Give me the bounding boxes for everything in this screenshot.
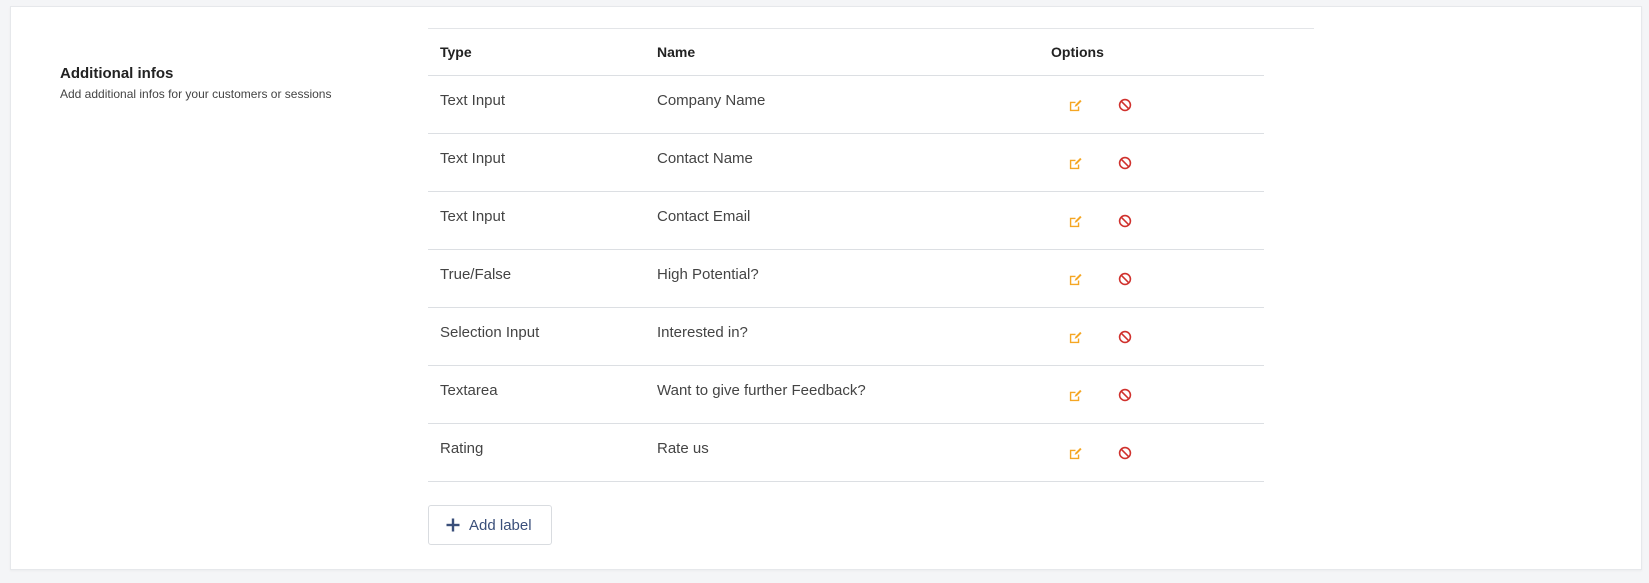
section-info: Additional infos Add additional infos fo… <box>60 65 400 101</box>
edit-icon[interactable] <box>1066 270 1084 288</box>
table-row: Rating Rate us <box>428 424 1264 482</box>
additional-infos-table: Type Name Options Text Input Company Nam… <box>428 29 1264 482</box>
table-row: Text Input Contact Email <box>428 192 1264 250</box>
ban-icon[interactable] <box>1116 270 1134 288</box>
row-name: Interested in? <box>657 324 748 341</box>
row-options <box>1051 250 1264 307</box>
table-row: Text Input Contact Name <box>428 134 1264 192</box>
row-type: Text Input <box>440 92 506 109</box>
ban-icon[interactable] <box>1116 154 1134 172</box>
row-options <box>1051 192 1264 249</box>
header-name: Name <box>657 44 696 60</box>
row-type: Rating <box>440 440 484 457</box>
row-name: Rate us <box>657 440 709 457</box>
add-label-button[interactable]: Add label <box>428 505 552 545</box>
edit-icon[interactable] <box>1066 212 1084 230</box>
row-name: Contact Name <box>657 150 753 167</box>
ban-icon[interactable] <box>1116 212 1134 230</box>
section-subtitle: Add additional infos for your customers … <box>60 87 332 101</box>
row-type: Text Input <box>440 208 506 225</box>
row-options <box>1051 366 1264 423</box>
add-label-text: Add label <box>469 516 532 534</box>
row-type: Selection Input <box>440 324 540 341</box>
ban-icon[interactable] <box>1116 96 1134 114</box>
row-options <box>1051 424 1264 481</box>
table-row: True/False High Potential? <box>428 250 1264 308</box>
edit-icon[interactable] <box>1066 444 1084 462</box>
row-name: Company Name <box>657 92 766 109</box>
ban-icon[interactable] <box>1116 328 1134 346</box>
row-options <box>1051 76 1264 133</box>
table-row: Text Input Company Name <box>428 76 1264 134</box>
edit-icon[interactable] <box>1066 154 1084 172</box>
row-options <box>1051 134 1264 191</box>
row-type: Textarea <box>440 382 498 399</box>
row-name: High Potential? <box>657 266 759 283</box>
edit-icon[interactable] <box>1066 328 1084 346</box>
row-type: True/False <box>440 266 512 283</box>
section-title: Additional infos <box>60 65 174 82</box>
ban-icon[interactable] <box>1116 444 1134 462</box>
row-name: Contact Email <box>657 208 751 225</box>
table-row: Textarea Want to give further Feedback? <box>428 366 1264 424</box>
table-header: Type Name Options <box>428 29 1264 76</box>
edit-icon[interactable] <box>1066 96 1084 114</box>
edit-icon[interactable] <box>1066 386 1084 404</box>
header-options: Options <box>1051 44 1104 60</box>
row-name: Want to give further Feedback? <box>657 382 866 399</box>
ban-icon[interactable] <box>1116 386 1134 404</box>
row-type: Text Input <box>440 150 506 167</box>
table-row: Selection Input Interested in? <box>428 308 1264 366</box>
row-options <box>1051 308 1264 365</box>
header-type: Type <box>440 44 472 60</box>
plus-icon <box>446 518 460 532</box>
